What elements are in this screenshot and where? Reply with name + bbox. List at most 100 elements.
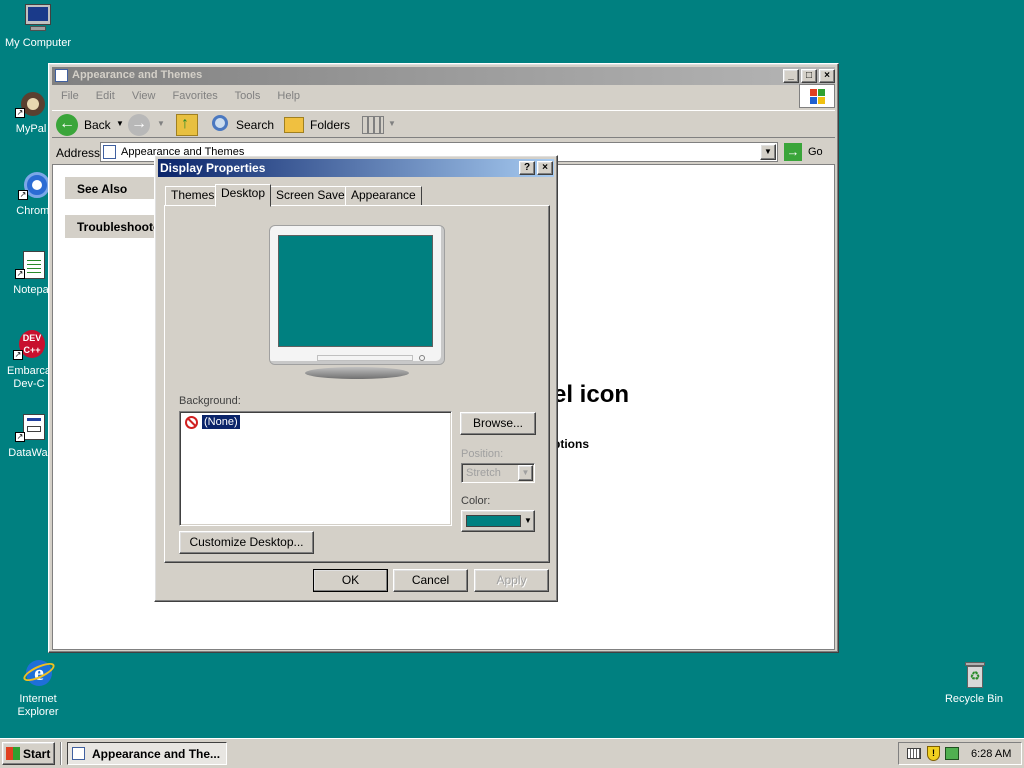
mypal-icon: ↗ [15, 88, 47, 120]
notepad-icon: ↗ [15, 249, 47, 281]
taskbar: Start Appearance and The... ! 6:28 AM [0, 738, 1024, 768]
troubleshooters-panel[interactable]: Troubleshoote [65, 215, 165, 238]
task-label: Appearance and The... [92, 747, 221, 761]
views-icon [362, 116, 384, 134]
background-list[interactable]: (None) [179, 411, 452, 526]
up-arrow-icon: ↑ [181, 115, 189, 132]
explorer-titlebar[interactable]: Appearance and Themes _ □ × [52, 67, 835, 85]
forward-button[interactable]: → ▼ [128, 114, 165, 136]
tab-themes[interactable]: Themes [165, 186, 221, 206]
cancel-button[interactable]: Cancel [393, 569, 468, 592]
tab-appearance[interactable]: Appearance [345, 186, 422, 206]
dropdown-arrow-icon: ▼ [116, 119, 124, 128]
menu-help[interactable]: Help [277, 90, 300, 102]
color-swatch [466, 515, 521, 527]
background-item-label: (None) [201, 414, 241, 430]
menu-edit[interactable]: Edit [96, 90, 115, 102]
windows-flag-icon [6, 747, 20, 760]
folder-icon [103, 145, 116, 159]
desktop-icon-label: Internet [19, 693, 57, 705]
desktop-icon-recycle-bin[interactable]: ♻ Recycle Bin [936, 658, 1012, 706]
back-button[interactable]: ← Back ▼ [56, 113, 124, 137]
color-dropdown-arrow-icon: ▼ [524, 516, 532, 525]
windows-logo [799, 84, 835, 108]
datawag-icon: ↗ [15, 412, 47, 444]
network-icon[interactable] [945, 747, 959, 760]
folder-icon [72, 747, 85, 760]
search-icon [212, 115, 228, 131]
content-subheading[interactable]: ptions [553, 437, 589, 451]
computer-icon [22, 2, 54, 34]
minimize-button[interactable]: _ [783, 69, 799, 83]
desktop-icon-label: My Computer [4, 37, 72, 49]
tab-desktop[interactable]: Desktop [215, 184, 272, 207]
chromium-icon: ↗ [18, 170, 50, 202]
taskbar-task-appearance[interactable]: Appearance and The... [67, 742, 227, 765]
menu-file[interactable]: File [61, 90, 79, 102]
up-folder-button[interactable]: ↑ [176, 114, 198, 136]
position-select[interactable]: Stretch ▼ [461, 463, 535, 483]
back-label: Back [84, 118, 111, 132]
start-button[interactable]: Start [2, 742, 55, 765]
folder-icon [55, 69, 68, 82]
folders-label: Folders [310, 118, 351, 132]
dialog-close-button[interactable]: × [537, 161, 553, 175]
color-picker-button[interactable]: ▼ [461, 510, 535, 532]
dropdown-arrow-icon: ▼ [157, 119, 165, 128]
close-button[interactable]: × [819, 69, 835, 83]
folders-button[interactable]: Folders [282, 113, 350, 137]
address-label: Address [56, 146, 101, 160]
monitor-preview [269, 225, 445, 383]
browse-button[interactable]: Browse... [460, 412, 536, 435]
tab-strip: Themes Desktop Screen Saver Appearance [164, 184, 550, 207]
display-properties-dialog: Display Properties ? × Themes Desktop Sc… [154, 155, 558, 602]
search-button[interactable]: Search [210, 113, 276, 137]
position-value: Stretch [466, 467, 501, 479]
forward-arrow-icon: → [128, 114, 150, 136]
desktop-tab-page: Background: (None) Browse... Position: S… [164, 205, 550, 563]
content-heading: el icon [553, 381, 630, 408]
ok-button[interactable]: OK [313, 569, 388, 592]
menu-favorites[interactable]: Favorites [173, 90, 218, 102]
maximize-button[interactable]: □ [801, 69, 817, 83]
see-also-title: See Also [77, 182, 128, 196]
go-label: Go [808, 146, 823, 158]
recycle-bin-icon: ♻ [958, 658, 990, 690]
address-dropdown-button[interactable]: ▼ [760, 144, 776, 160]
menu-bar: File Edit View Favorites Tools Help [61, 90, 801, 106]
background-label: Background: [179, 395, 241, 407]
position-label: Position: [461, 448, 504, 460]
folders-icon [284, 117, 304, 133]
help-button[interactable]: ? [519, 161, 535, 175]
menu-view[interactable]: View [132, 90, 156, 102]
desktop-icon-internet-explorer[interactable]: e Internet Explorer [0, 658, 76, 719]
clock[interactable]: 6:28 AM [971, 748, 1011, 760]
security-shield-icon[interactable]: ! [927, 746, 940, 761]
see-also-panel[interactable]: See Also [65, 177, 165, 200]
menu-tools[interactable]: Tools [235, 90, 261, 102]
system-tray: ! 6:28 AM [898, 742, 1022, 765]
customize-desktop-button[interactable]: Customize Desktop... [179, 531, 314, 554]
explorer-title: Appearance and Themes [72, 69, 203, 81]
go-arrow-icon: → [784, 143, 802, 161]
go-button[interactable]: → Go [784, 142, 832, 162]
dropdown-arrow-icon: ▼ [388, 119, 396, 128]
desktop-icon-label-line2: Explorer [17, 706, 59, 718]
taskbar-separator [60, 742, 62, 765]
dialog-titlebar[interactable]: Display Properties ? × [158, 159, 554, 177]
internet-explorer-icon: e [21, 658, 57, 690]
apply-button[interactable]: Apply [474, 569, 549, 592]
start-label: Start [23, 747, 51, 761]
desktop-icon-my-computer[interactable]: My Computer [0, 2, 76, 50]
color-label: Color: [461, 495, 491, 507]
search-label: Search [236, 118, 275, 132]
devcpp-icon: DEV C++ ↗ [13, 330, 45, 362]
toolbar: ← Back ▼ → ▼ ↑ Search Folders ▼ [52, 110, 835, 138]
troubleshooters-title: Troubleshoote [77, 220, 160, 234]
dialog-title: Display Properties [160, 161, 266, 175]
desktop-icon-label: Recycle Bin [944, 693, 1004, 705]
keyboard-icon[interactable] [907, 748, 921, 759]
tab-screen-saver[interactable]: Screen Saver [270, 186, 355, 206]
views-button[interactable]: ▼ [362, 114, 398, 136]
position-dropdown-arrow: ▼ [518, 465, 533, 481]
